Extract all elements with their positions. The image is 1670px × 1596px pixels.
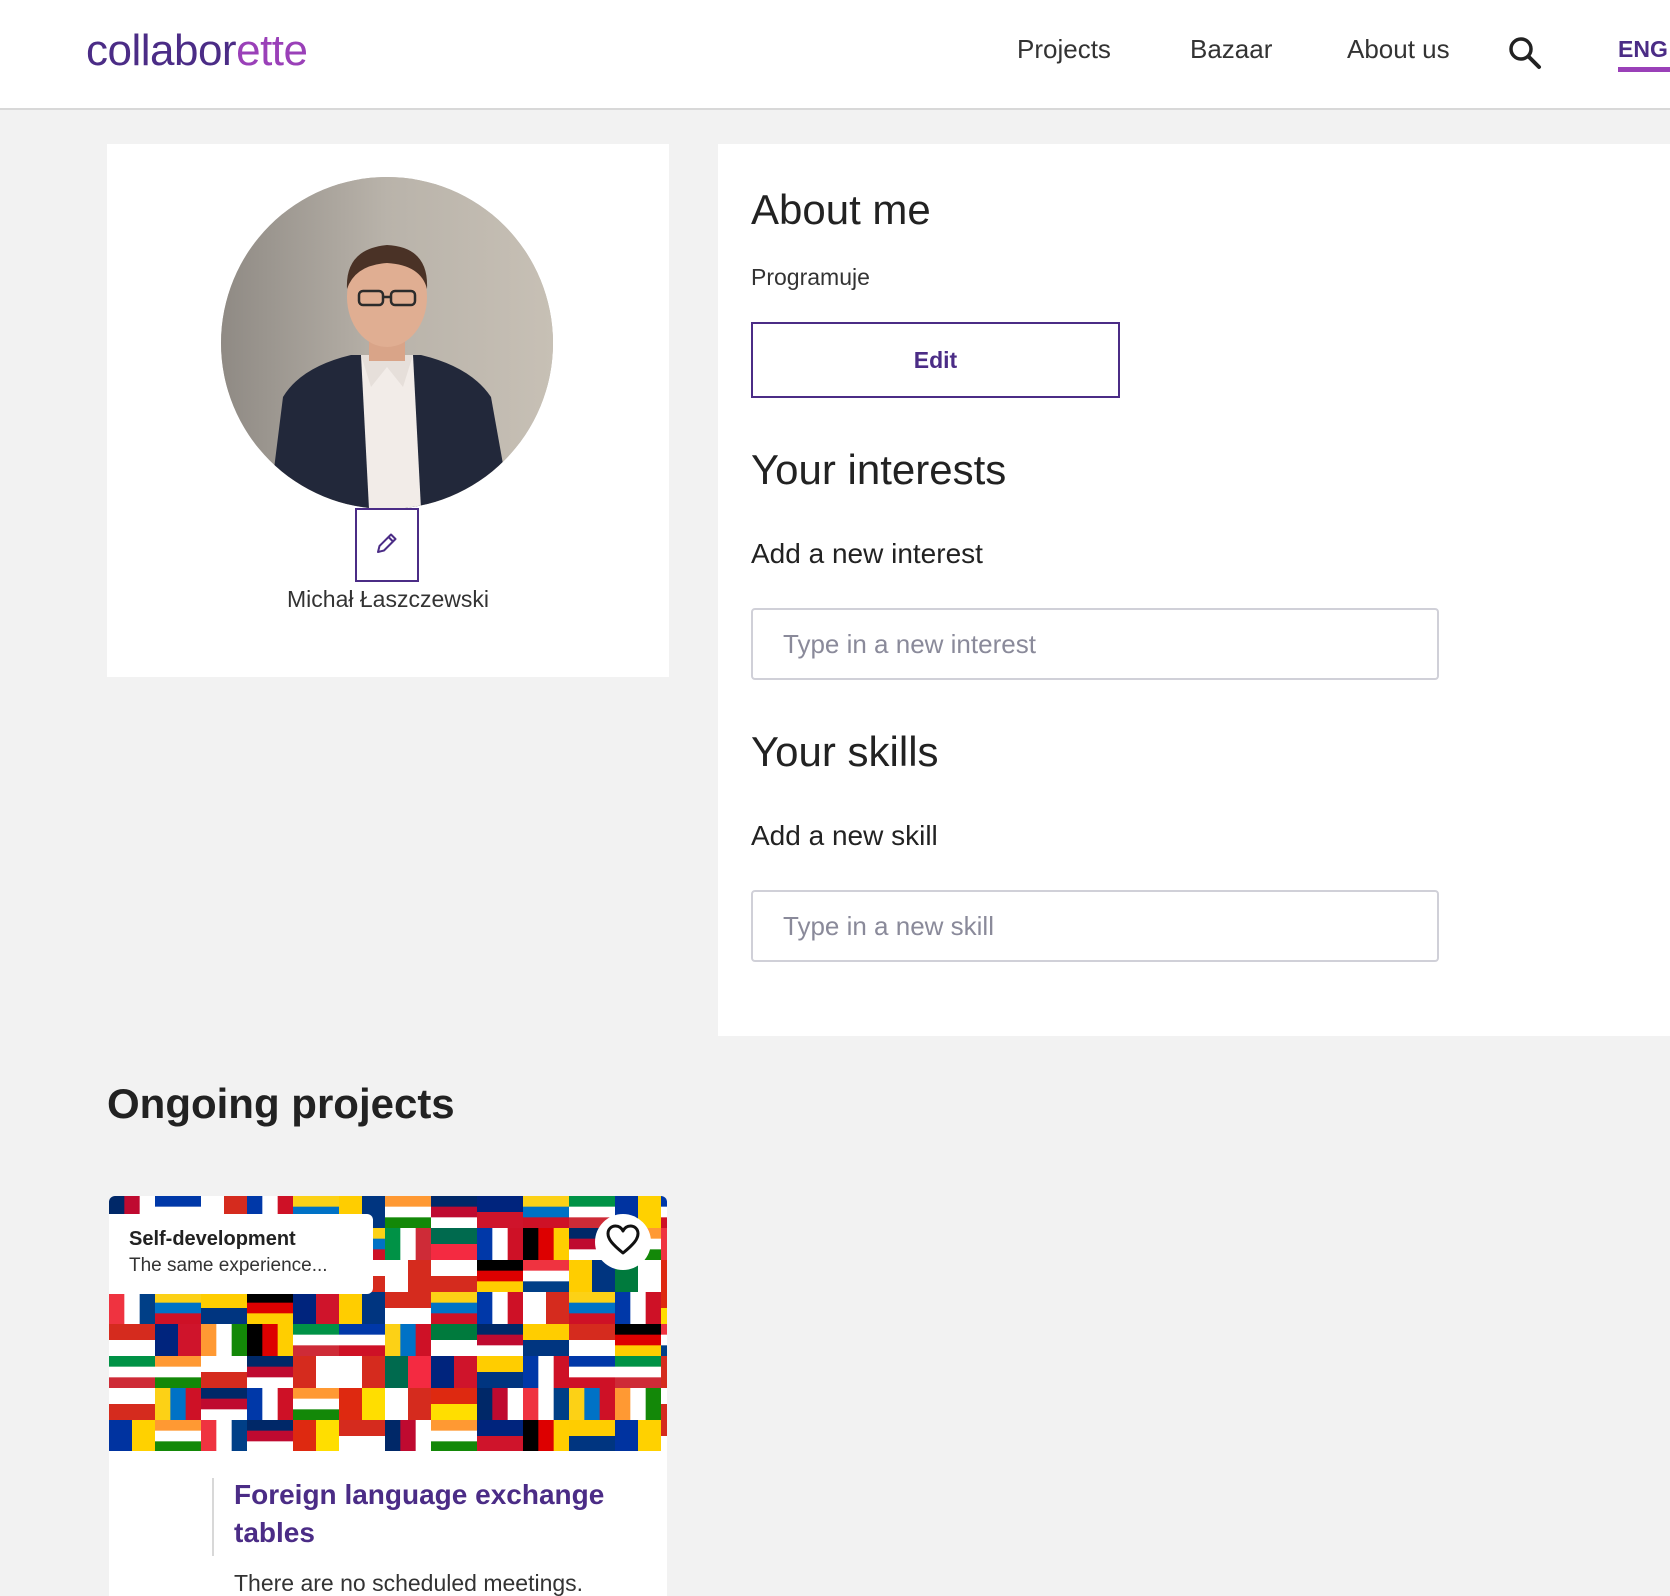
edit-avatar-button[interactable]	[355, 508, 419, 582]
interests-heading: Your interests	[751, 446, 1007, 493]
skills-heading: Your skills	[751, 728, 939, 775]
edit-about-button[interactable]: Edit	[751, 322, 1120, 398]
favorite-button[interactable]	[595, 1214, 651, 1270]
nav-bazaar[interactable]: Bazaar	[1190, 34, 1272, 65]
ongoing-projects-heading: Ongoing projects	[107, 1080, 455, 1127]
nav-projects[interactable]: Projects	[1017, 34, 1111, 65]
profile-name: Michał Łaszczewski	[287, 586, 489, 612]
about-me-heading: About me	[751, 186, 931, 233]
profile-card: Michał Łaszczewski	[107, 144, 669, 677]
logo-accent-text: ette	[236, 26, 308, 75]
logo[interactable]: collaborette	[86, 26, 308, 76]
divider	[212, 1478, 214, 1556]
project-category-desc: The same experience...	[129, 1255, 328, 1276]
language-selector[interactable]: ENG	[1618, 36, 1670, 72]
top-navigation-bar: collaborette Projects Bazaar About us EN…	[0, 0, 1670, 110]
add-skill-label: Add a new skill	[751, 820, 938, 851]
nav-about-us[interactable]: About us	[1347, 34, 1450, 65]
project-status: There are no scheduled meetings.	[234, 1570, 584, 1596]
avatar	[221, 177, 553, 509]
pencil-icon	[374, 530, 400, 561]
project-title[interactable]: Foreign language exchange tables	[234, 1476, 654, 1552]
skill-input[interactable]	[751, 890, 1439, 962]
heart-icon	[606, 1224, 640, 1261]
logo-main-text: collabor	[86, 26, 237, 75]
add-interest-label: Add a new interest	[751, 538, 983, 569]
search-icon[interactable]	[1508, 36, 1542, 70]
project-category-tag: Self-development The same experience...	[109, 1214, 373, 1294]
about-me-text: Programuje	[751, 264, 870, 290]
interest-input[interactable]	[751, 608, 1439, 680]
about-panel: About me Programuje Edit Your interests …	[718, 144, 1670, 1036]
project-card[interactable]: Self-development The same experience... …	[109, 1196, 667, 1596]
project-category: Self-development	[129, 1228, 296, 1250]
